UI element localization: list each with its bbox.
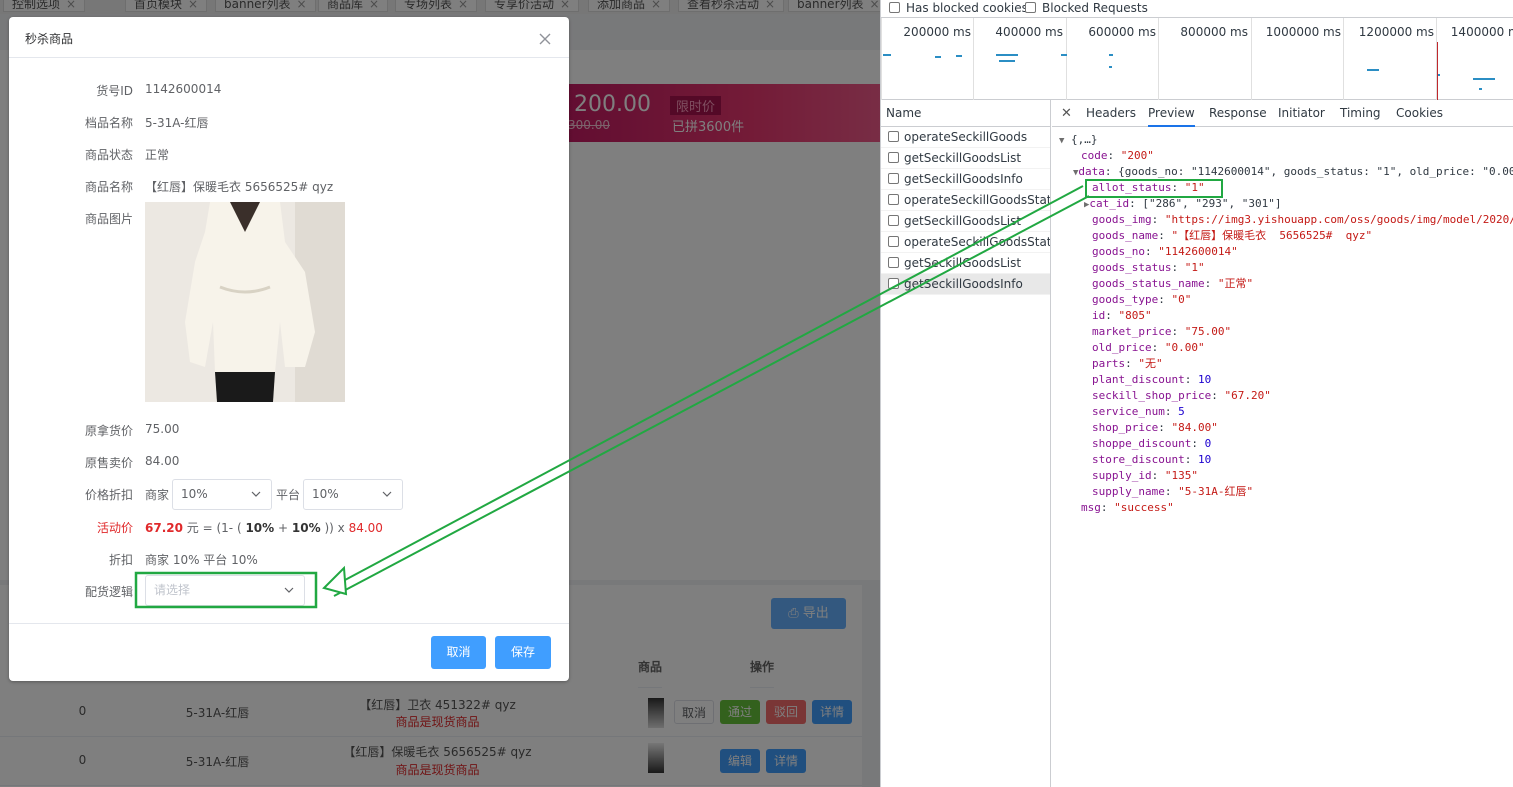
- goods-name-value: 【红唇】保暖毛衣 5656525# qyz: [145, 180, 334, 194]
- admin-app: 控制选项× 首页模块× banner列表× 商品库× 专场列表× 专享价活动× …: [0, 0, 880, 787]
- platform-discount-value: 10%: [312, 487, 339, 501]
- delivery-logic-placeholder: 请选择: [154, 583, 191, 597]
- merchant-discount-value: 10%: [181, 487, 208, 501]
- rebate-value: 商家 10% 平台 10%: [145, 553, 258, 567]
- dialog-divider: [9, 57, 569, 58]
- formula-part: 元 = (1- (: [186, 521, 242, 535]
- chevron-down-icon: [382, 491, 392, 497]
- status-label: 商品状态: [84, 148, 133, 162]
- rebate-label: 折扣: [108, 553, 133, 567]
- sale-value: 84.00: [145, 454, 180, 468]
- dialog-title: 秒杀商品: [25, 32, 74, 46]
- delivery-logic-select[interactable]: 请选择: [145, 575, 305, 606]
- close-icon[interactable]: [537, 31, 553, 47]
- formula-plus: +: [278, 521, 289, 535]
- chevron-down-icon: [251, 491, 261, 497]
- merchant-label: 商家: [145, 488, 170, 502]
- status-value: 正常: [145, 148, 170, 162]
- sale-label: 原售卖价: [84, 456, 133, 470]
- supplier-label: 档品名称: [84, 116, 133, 130]
- cancel-button[interactable]: 取消: [431, 636, 486, 669]
- discount-label: 价格折扣: [84, 488, 133, 502]
- cost-value: 75.00: [145, 422, 180, 436]
- supplier-value: 5-31A-红唇: [145, 116, 209, 130]
- save-button[interactable]: 保存: [495, 636, 551, 669]
- platform-label: 平台: [276, 488, 301, 502]
- activity-price-formula: 67.20 元 = (1- ( 10% + 10% )) x 84.00: [145, 519, 383, 536]
- activity-price-value: 67.20: [145, 521, 183, 535]
- formula-base-price: 84.00: [348, 521, 383, 535]
- dialog-footer-divider: [9, 623, 569, 624]
- seckill-goods-dialog: 秒杀商品 货号ID 1142600014 档品名称 5-31A-红唇 商品状态 …: [9, 17, 569, 681]
- devtools-panel: Has blocked cookies Blocked Requests 200…: [880, 0, 1513, 787]
- goods-id-label: 货号ID: [96, 84, 133, 98]
- json-highlight-box: [1085, 179, 1223, 198]
- cost-label: 原拿货价: [84, 424, 133, 438]
- formula-merchant-pct: 10%: [245, 521, 275, 535]
- delivery-logic-label: 配货逻辑: [84, 585, 133, 599]
- goods-photo: [145, 202, 345, 402]
- formula-platform-pct: 10%: [291, 521, 321, 535]
- merchant-discount-select[interactable]: 10%: [172, 479, 272, 510]
- activity-price-label: 活动价: [96, 521, 133, 535]
- goods-name-label: 商品名称: [84, 180, 133, 194]
- goods-id-value: 1142600014: [145, 82, 222, 96]
- formula-part: )) x: [324, 521, 345, 535]
- goods-image-label: 商品图片: [84, 212, 133, 226]
- platform-discount-select[interactable]: 10%: [303, 479, 403, 510]
- chevron-down-icon: [284, 587, 294, 593]
